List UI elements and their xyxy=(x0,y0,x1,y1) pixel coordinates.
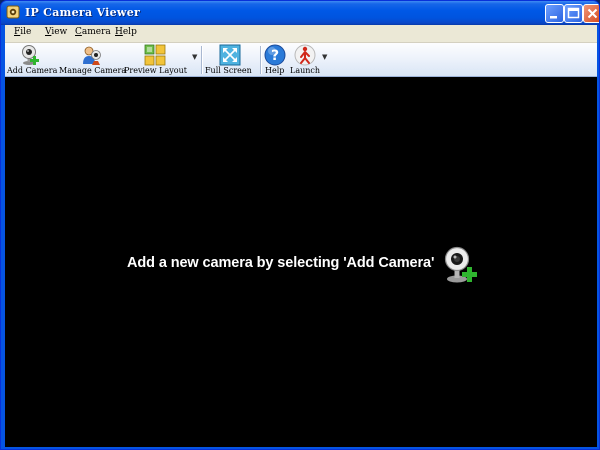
help-icon: ? xyxy=(264,44,286,66)
close-button[interactable] xyxy=(583,4,599,23)
window-title: IP Camera Viewer xyxy=(25,6,141,19)
toolbar-separator xyxy=(260,46,261,74)
menu-file-label: ile xyxy=(20,27,32,37)
manage-camera-icon xyxy=(83,46,101,65)
launch-icon xyxy=(294,44,316,66)
toolbar: Add Camera Manage Camera Preview Layout xyxy=(5,43,597,77)
fullscreen-icon xyxy=(219,44,241,66)
menu-view-label: iew xyxy=(51,27,68,37)
menu-help[interactable]: Help xyxy=(115,27,137,37)
menu-view[interactable]: View xyxy=(45,27,67,37)
menu-camera-label: amera xyxy=(81,27,111,37)
maximize-icon xyxy=(567,7,580,19)
minimize-button[interactable] xyxy=(545,4,564,23)
preview-layout-label: Preview Layout xyxy=(124,66,187,75)
launch-button[interactable]: Launch xyxy=(289,43,321,76)
preview-layout-dropdown-icon[interactable]: ▼ xyxy=(192,53,197,61)
camera-app-icon xyxy=(6,5,20,19)
add-camera-button[interactable]: Add Camera xyxy=(5,43,58,76)
maximize-button[interactable] xyxy=(564,4,583,23)
menu-file[interactable]: File xyxy=(14,27,31,37)
grid-layout-icon xyxy=(144,44,166,66)
manage-camera-button[interactable]: Manage Camera xyxy=(59,43,127,76)
minimize-icon xyxy=(550,16,557,19)
webcam-add-icon xyxy=(22,45,39,65)
full-screen-label: Full Screen xyxy=(205,66,252,75)
help-button[interactable]: ? Help xyxy=(263,43,287,76)
menu-camera[interactable]: Camera xyxy=(75,27,111,37)
camera-preview-area[interactable]: Add a new camera by selecting 'Add Camer… xyxy=(5,77,597,447)
toolbar-separator xyxy=(201,46,202,74)
add-camera-hint: Add a new camera by selecting 'Add Camer… xyxy=(127,255,435,271)
menu-help-accel: H xyxy=(115,27,123,37)
menu-help-label: elp xyxy=(122,27,137,37)
title-bar[interactable]: IP Camera Viewer xyxy=(1,1,599,25)
manage-camera-label: Manage Camera xyxy=(59,66,127,75)
launch-label: Launch xyxy=(290,66,321,75)
app-window: IP Camera Viewer File View Camera Help A… xyxy=(0,0,600,450)
launch-dropdown-icon[interactable]: ▼ xyxy=(322,53,327,61)
full-screen-button[interactable]: Full Screen xyxy=(204,43,256,76)
add-camera-label: Add Camera xyxy=(7,66,58,75)
svg-text:?: ? xyxy=(271,48,279,64)
webcam-add-icon xyxy=(444,246,477,283)
menu-camera-accel: C xyxy=(75,27,82,37)
help-label: Help xyxy=(265,66,285,75)
preview-layout-button[interactable]: Preview Layout xyxy=(124,43,190,76)
menu-bar: File View Camera Help xyxy=(5,25,597,43)
close-icon xyxy=(587,8,598,19)
